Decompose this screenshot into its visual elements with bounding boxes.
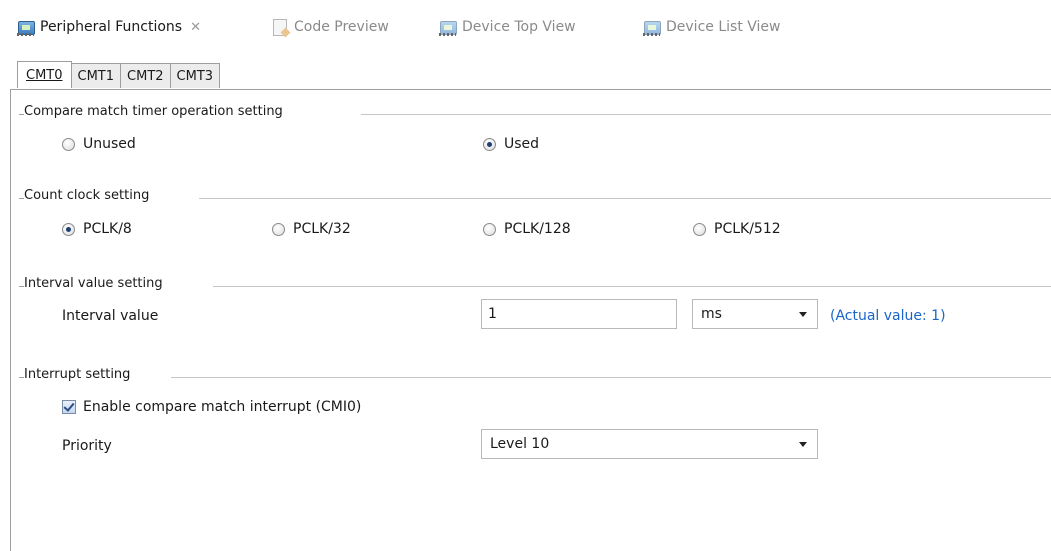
radio-pclk128[interactable]: PCLK/128 — [483, 221, 571, 237]
tab-cmt0[interactable]: CMT0 — [17, 61, 72, 88]
radio-used[interactable]: Used — [483, 136, 539, 152]
editor-tab-bar: Peripheral Functions ✕ Code Preview Devi… — [0, 0, 1051, 58]
radio-unused[interactable]: Unused — [62, 136, 136, 152]
checkbox[interactable] — [62, 400, 76, 414]
channel-tabs: CMT0 CMT1 CMT2 CMT3 — [17, 61, 221, 89]
group-divider — [213, 286, 1051, 287]
interval-value-label: Interval value — [62, 308, 159, 324]
actual-value-text: (Actual value: 1) — [830, 308, 946, 324]
tab-cmt1[interactable]: CMT1 — [70, 63, 122, 88]
group-title-interval: Interval value setting — [24, 276, 171, 291]
tab-label: Device List View — [666, 19, 781, 35]
close-icon[interactable]: ✕ — [190, 20, 201, 35]
select-value: Level 10 — [490, 436, 550, 452]
chip-icon — [643, 19, 661, 36]
tab-device-top-view[interactable]: Device Top View — [439, 16, 576, 38]
radio-label: PCLK/8 — [83, 221, 132, 237]
radio-button[interactable] — [693, 222, 706, 236]
radio-label: PCLK/128 — [504, 221, 571, 237]
group-divider — [361, 114, 1051, 115]
radio-label: PCLK/32 — [293, 221, 351, 237]
radio-button[interactable] — [483, 222, 496, 236]
group-title-clock: Count clock setting — [24, 188, 158, 203]
tab-label: CMT1 — [77, 68, 115, 84]
radio-label: Used — [504, 136, 540, 152]
group-title-operation: Compare match timer operation setting — [24, 104, 291, 119]
tab-cmt3[interactable]: CMT3 — [169, 63, 221, 88]
radio-button[interactable] — [483, 137, 496, 151]
radio-label: Unused — [83, 136, 136, 152]
tab-label: CMT0 — [26, 67, 63, 83]
enable-cmi0-checkbox[interactable]: Enable compare match interrupt (CMI0) — [62, 399, 361, 415]
group-divider — [171, 377, 1051, 378]
chip-icon — [439, 19, 457, 36]
radio-pclk512[interactable]: PCLK/512 — [693, 221, 781, 237]
priority-select[interactable]: Level 10 — [481, 429, 818, 459]
checkbox-label: Enable compare match interrupt (CMI0) — [83, 399, 362, 415]
chip-icon — [17, 19, 35, 36]
tab-code-preview[interactable]: Code Preview — [271, 16, 389, 38]
radio-pclk8[interactable]: PCLK/8 — [62, 221, 132, 237]
tab-label: Peripheral Functions — [40, 19, 183, 35]
radio-button[interactable] — [272, 222, 285, 236]
radio-pclk32[interactable]: PCLK/32 — [272, 221, 351, 237]
document-edit-icon — [271, 19, 289, 36]
radio-button[interactable] — [62, 222, 75, 236]
radio-label: PCLK/512 — [714, 221, 781, 237]
tab-cmt2[interactable]: CMT2 — [120, 63, 171, 88]
priority-label: Priority — [62, 438, 112, 454]
tab-label: CMT2 — [127, 68, 164, 84]
interval-unit-select[interactable]: ms — [692, 299, 818, 329]
group-title-interrupt: Interrupt setting — [24, 367, 139, 382]
radio-button[interactable] — [62, 137, 75, 151]
tab-label: Device Top View — [462, 19, 576, 35]
settings-panel: Compare match timer operation setting Un… — [10, 89, 1051, 551]
select-value: ms — [701, 306, 722, 322]
tab-peripheral-functions[interactable]: Peripheral Functions ✕ — [17, 16, 201, 38]
group-divider — [199, 198, 1051, 199]
tab-device-list-view[interactable]: Device List View — [643, 16, 780, 38]
tab-label: Code Preview — [294, 19, 389, 35]
interval-value-input[interactable]: 1 — [481, 299, 677, 329]
chevron-down-icon — [799, 442, 807, 447]
chevron-down-icon — [799, 312, 807, 317]
tab-label: CMT3 — [176, 68, 214, 84]
